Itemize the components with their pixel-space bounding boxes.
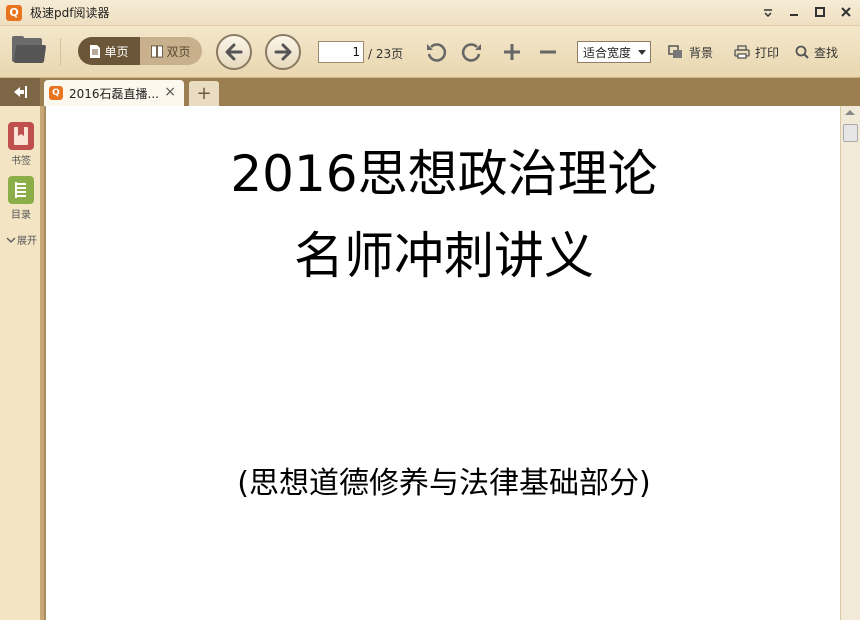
tab-close-icon[interactable]: × (164, 85, 176, 99)
document-page: 2016思想政治理论 名师冲刺讲义 (思想道德修养与法律基础部分) (44, 106, 840, 620)
rotate-right-icon[interactable] (460, 40, 484, 64)
rotate-left-icon[interactable] (424, 40, 448, 64)
maximize-icon[interactable] (812, 4, 828, 20)
vertical-scrollbar[interactable] (840, 106, 860, 620)
table-of-contents-icon (8, 176, 34, 204)
zoom-mode-value: 适合宽度 (583, 45, 632, 60)
expand-label: 展开 (17, 236, 37, 247)
app-logo-icon: Q (6, 4, 22, 21)
print-label: 打印 (755, 45, 780, 60)
toolbar: 单页 双页 / 23页 适合宽度 (0, 26, 860, 78)
toolbar-divider (60, 38, 61, 66)
tab-document[interactable]: Q 2016石磊直播... × (44, 80, 184, 106)
next-page-button[interactable] (265, 34, 301, 70)
scroll-up-arrow-icon[interactable] (845, 110, 855, 115)
zoom-mode-select[interactable]: 适合宽度 (577, 41, 651, 63)
arrow-left-icon (225, 43, 243, 61)
single-page-icon (90, 44, 101, 58)
chevron-down-icon (638, 50, 646, 55)
background-label: 背景 (689, 45, 714, 60)
document-title-line-1: 2016思想政治理论 (230, 145, 658, 203)
toc-label: 目录 (11, 210, 31, 221)
double-page-icon (151, 45, 164, 57)
double-page-label: 双页 (166, 44, 191, 59)
find-label: 查找 (814, 45, 839, 60)
page-number-input[interactable] (318, 41, 364, 63)
folder-tab (12, 36, 24, 41)
chevron-down-icon (6, 237, 16, 243)
minimize-icon[interactable] (786, 4, 802, 20)
single-page-button[interactable]: 单页 (78, 37, 140, 65)
previous-page-button[interactable] (216, 34, 252, 70)
arrow-right-icon (274, 43, 292, 61)
printer-icon (734, 45, 750, 59)
zoom-out-icon[interactable] (536, 40, 560, 64)
open-folder-icon[interactable] (12, 36, 47, 66)
background-icon (668, 45, 682, 58)
document-title-line-2: 名师冲刺讲义 (294, 227, 594, 285)
folder-front (13, 45, 47, 63)
find-button[interactable]: 查找 (795, 42, 838, 62)
tab-bar: Q 2016石磊直播... × + (0, 78, 860, 106)
double-page-button[interactable]: 双页 (140, 37, 202, 65)
title-bar: Q 极速pdf阅读器 (0, 0, 860, 26)
zoom-in-icon[interactable] (500, 40, 524, 64)
expand-panel-button[interactable]: 展开 (6, 232, 37, 247)
sidebar-toggle-button[interactable] (0, 78, 40, 106)
left-panel: 书签 目录 展开 (0, 106, 42, 620)
print-button[interactable]: 打印 (734, 42, 779, 62)
new-tab-button[interactable]: + (189, 81, 219, 106)
bookmark-icon (8, 122, 34, 150)
window-controls (760, 4, 854, 20)
background-button[interactable]: 背景 (668, 42, 713, 62)
sidebar-item-toc[interactable]: 目录 (0, 176, 42, 221)
page-total: / 23页 (368, 47, 404, 61)
single-page-label: 单页 (104, 44, 129, 59)
sidebar-item-bookmarks[interactable]: 书签 (0, 122, 42, 167)
close-icon[interactable] (838, 4, 854, 20)
bookmark-label: 书签 (11, 156, 31, 167)
tab-title: 2016石磊直播... (69, 86, 159, 101)
scrollbar-thumb[interactable] (843, 124, 858, 142)
menu-dropdown-icon[interactable] (760, 4, 776, 20)
pdf-file-icon: Q (49, 86, 63, 100)
search-icon (795, 45, 809, 59)
app-title: 极速pdf阅读器 (30, 6, 110, 20)
page-view-toggle: 单页 双页 (78, 37, 202, 65)
document-subtitle: (思想道德修养与法律基础部分) (237, 466, 651, 501)
collapse-sidebar-icon (14, 86, 27, 98)
